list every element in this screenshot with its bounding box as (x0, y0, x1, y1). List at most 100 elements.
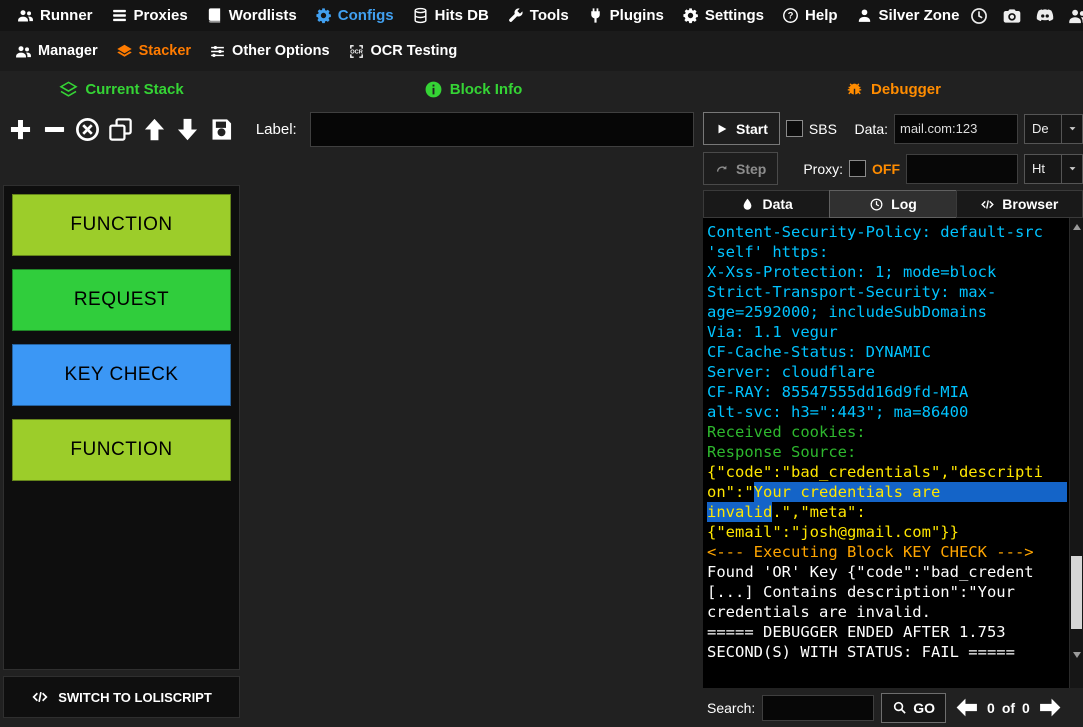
settings-gear-icon (682, 7, 699, 24)
tab-data-label: Data (762, 196, 792, 212)
match-current: 0 (987, 700, 995, 716)
match-separator: of (1002, 700, 1015, 716)
move-up-icon[interactable] (140, 114, 169, 145)
chevron-down-icon (1061, 155, 1082, 183)
data-input[interactable] (894, 114, 1018, 144)
scroll-up-icon[interactable] (1073, 224, 1081, 230)
proxy-input[interactable] (906, 154, 1018, 184)
wordlist-type-dropdown[interactable]: De (1024, 114, 1083, 144)
log-line: invalid.","meta": (707, 502, 1067, 522)
history-icon[interactable] (968, 5, 990, 27)
scroll-down-icon[interactable] (1073, 652, 1081, 658)
discord-icon[interactable] (1034, 5, 1056, 27)
log-line: [...] Contains description":"Your (707, 582, 1067, 602)
camera-icon[interactable] (1001, 5, 1023, 27)
proxy-checkbox[interactable] (849, 160, 866, 177)
switch-to-loliscript-button[interactable]: SWITCH TO LOLISCRIPT (3, 676, 240, 718)
log-line: credentials are invalid. (707, 602, 1067, 622)
save-config-icon[interactable] (206, 114, 235, 145)
nav-item-silver-zone[interactable]: Silver Zone (847, 0, 969, 31)
sbs-checkbox[interactable] (786, 120, 803, 137)
start-button[interactable]: Start (703, 112, 780, 145)
nav-item-help[interactable]: Help (773, 0, 847, 31)
debugger-tabs: Data Log Browser (703, 190, 1083, 218)
sbs-label: SBS (809, 121, 837, 137)
nav-item-tools[interactable]: Tools (498, 0, 578, 31)
go-button[interactable]: GO (881, 693, 946, 723)
nav-label-silver-zone: Silver Zone (879, 7, 960, 24)
disable-block-icon[interactable] (73, 114, 102, 145)
clone-block-icon[interactable] (106, 114, 135, 145)
stack-block-function-2[interactable]: FUNCTION (12, 419, 231, 481)
nav-label-plugins: Plugins (610, 7, 664, 24)
nav-item-plugins[interactable]: Plugins (578, 0, 673, 31)
subnav-item-ocr-testing[interactable]: OCR Testing (339, 31, 467, 71)
subnav-item-other-options[interactable]: Other Options (200, 31, 338, 71)
remove-block-icon[interactable] (39, 114, 68, 145)
chevron-down-icon (1061, 115, 1082, 143)
tab-log-label: Log (891, 196, 917, 212)
section-headers: Current Stack Block Info Debugger (0, 71, 1083, 107)
nav-item-wordlists[interactable]: Wordlists (197, 0, 306, 31)
log-line: alt-svc: h3=":443"; ma=86400 (707, 402, 1067, 422)
subnav-label-ocr-testing: OCR Testing (371, 43, 458, 59)
stack-block-request[interactable]: REQUEST (12, 269, 231, 331)
add-block-icon[interactable] (6, 114, 35, 145)
subnav-item-stacker[interactable]: Stacker (107, 31, 200, 71)
nav-item-hitsdb[interactable]: Hits DB (403, 0, 498, 31)
nav-item-proxies[interactable]: Proxies (102, 0, 197, 31)
wordlists-icon (206, 7, 223, 24)
previous-match-icon[interactable] (953, 694, 980, 721)
proxy-label: Proxy: (803, 161, 843, 177)
configs-gear-icon (315, 7, 332, 24)
log-line: 'self' https: (707, 242, 1067, 262)
tab-log[interactable]: Log (829, 190, 956, 218)
wordlist-type-value: De (1025, 115, 1061, 143)
log-line: Found 'OR' Key {"code":"bad_credent (707, 562, 1067, 582)
info-icon (424, 80, 443, 99)
move-down-icon[interactable] (173, 114, 202, 145)
block-label: KEY CHECK (65, 364, 179, 386)
subnav-label-manager: Manager (38, 43, 98, 59)
plug-icon (587, 7, 604, 24)
current-stack-panel: FUNCTION REQUEST KEY CHECK FUNCTION (3, 185, 240, 670)
play-icon (715, 122, 729, 136)
switch-label: SWITCH TO LOLISCRIPT (58, 690, 212, 705)
tab-browser[interactable]: Browser (956, 190, 1083, 218)
current-stack-header: Current Stack (0, 71, 243, 107)
scrollbar-thumb[interactable] (1071, 556, 1082, 629)
log-line: {"email":"josh@gmail.com"}} (707, 522, 1067, 542)
stack-toolbar: Label: (0, 107, 700, 151)
users-icon[interactable] (1067, 5, 1083, 27)
block-label: FUNCTION (70, 214, 172, 236)
nav-label-help: Help (805, 7, 838, 24)
stack-block-function-1[interactable]: FUNCTION (12, 194, 231, 256)
person-icon (856, 7, 873, 24)
debugger-row-2: Step Proxy: OFF Ht (703, 151, 1083, 187)
debugger-log[interactable]: Content-Security-Policy: default-src'sel… (703, 218, 1083, 688)
log-scrollbar[interactable] (1069, 218, 1083, 688)
log-line: on":"Your credentials are (707, 482, 1067, 502)
topnav-right-icons (968, 5, 1083, 27)
manager-icon (15, 43, 32, 60)
nav-item-settings[interactable]: Settings (673, 0, 773, 31)
log-line: age=2592000; includeSubDomains (707, 302, 1067, 322)
block-label-input[interactable] (310, 112, 694, 147)
stack-block-keycheck[interactable]: KEY CHECK (12, 344, 231, 406)
step-button[interactable]: Step (703, 152, 778, 185)
droplet-icon (740, 197, 755, 212)
proxy-type-dropdown[interactable]: Ht (1024, 154, 1083, 184)
bug-icon (845, 80, 864, 99)
nav-label-hitsdb: Hits DB (435, 7, 489, 24)
tab-data[interactable]: Data (703, 190, 830, 218)
search-input[interactable] (762, 695, 874, 721)
nav-label-runner: Runner (40, 7, 93, 24)
nav-item-configs[interactable]: Configs (306, 0, 403, 31)
log-line: <--- Executing Block KEY CHECK ---> (707, 542, 1067, 562)
nav-item-runner[interactable]: Runner (8, 0, 102, 31)
runner-icon (17, 7, 34, 24)
log-line: Via: 1.1 vegur (707, 322, 1067, 342)
next-match-icon[interactable] (1037, 694, 1064, 721)
nav-label-proxies: Proxies (134, 7, 188, 24)
subnav-item-manager[interactable]: Manager (6, 31, 107, 71)
